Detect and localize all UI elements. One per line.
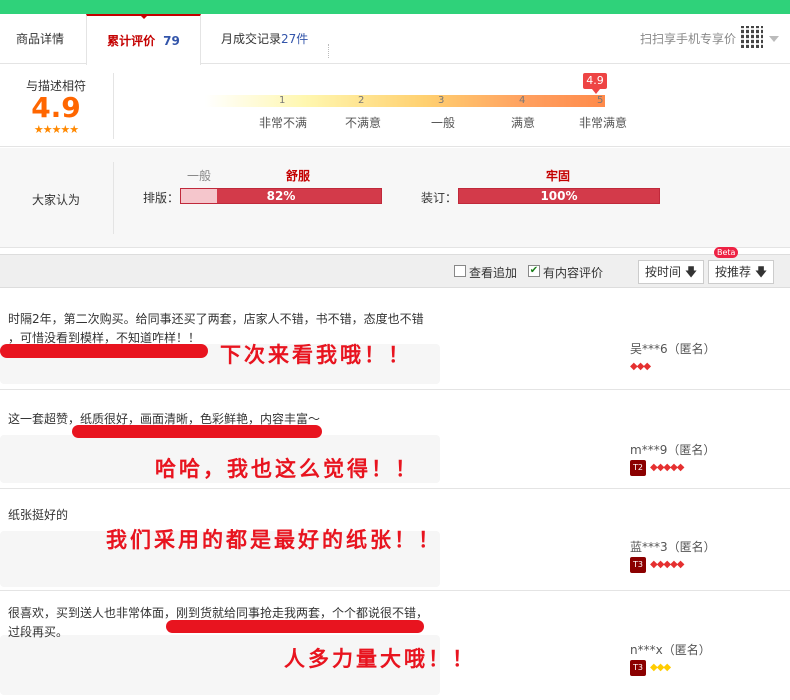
- button-label: 按时间: [645, 265, 682, 279]
- impression-bar-binding[interactable]: 100%: [458, 188, 660, 204]
- review-text: 纸张挺好的: [8, 508, 69, 522]
- seller-overlay-note: 人多力量大哦！！: [284, 647, 476, 671]
- has-content-label[interactable]: 有内容评价: [543, 264, 603, 281]
- impression-attribute: 排版：: [143, 191, 180, 205]
- impression-bar-minor: [181, 189, 217, 203]
- seller-overlay-note: 我们采用的都是最好的纸张！！: [106, 528, 442, 552]
- scale-label: 非常不满: [259, 116, 308, 130]
- impression-label: 大家认为: [32, 193, 81, 207]
- rating-flag-pointer: [592, 89, 600, 94]
- review-filter-bar: 查看追加 ✔ 有内容评价 按时间 🡇 按推荐 🡇 Beta: [0, 247, 790, 288]
- review-item: 这一套超赞，纸质很好，画面清晰，色彩鲜艳，内容丰富～ 哈哈，我也这么觉得！！ m…: [0, 390, 790, 489]
- sort-by-recommend-button[interactable]: 按推荐 🡇: [708, 260, 775, 284]
- scale-label: 不满意: [345, 116, 382, 130]
- reviewer-name[interactable]: m***9（匿名）: [630, 441, 715, 458]
- review-count: 79: [163, 34, 180, 48]
- buyer-tier-badge: T3: [630, 557, 646, 573]
- impression-minor-label: 一般: [187, 169, 212, 183]
- tab-label: 累计评价: [107, 34, 156, 48]
- buyer-level-icon: ◆◆◆: [630, 361, 651, 372]
- review-item: 时隔2年，第二次购买。给同事还买了两套，店家人不错，书不错，态度也不错 ，可惜没…: [0, 289, 790, 390]
- scale-number: 5: [597, 95, 604, 106]
- impression-value: 100%: [540, 189, 578, 203]
- top-green-bar: [0, 0, 790, 14]
- buyer-level-icon: ◆◆◆: [650, 662, 671, 673]
- rating-score: 4.9: [31, 91, 81, 124]
- review-text: 时隔2年，第二次购买。给同事还买了两套，店家人不错，书不错，态度也不错: [8, 312, 424, 326]
- red-underline-mark: [166, 620, 424, 633]
- review-text: 过段再买。: [8, 625, 69, 639]
- buyer-tier-badge: T3: [630, 660, 646, 676]
- active-tab-indicator: [139, 14, 149, 19]
- view-append-checkbox[interactable]: [454, 265, 466, 277]
- tab-label: 月成交记录: [221, 32, 282, 46]
- impression-summary: 大家认为 一般 舒服 排版： 82% 牢固 装订： 100%: [0, 148, 790, 248]
- divider: [113, 162, 114, 234]
- tab-reviews[interactable]: 累计评价 79: [86, 14, 201, 65]
- rating-flag: 4.9: [583, 73, 607, 89]
- reviewer-name[interactable]: 吴***6（匿名）: [630, 340, 716, 357]
- button-label: 按推荐: [715, 265, 752, 279]
- tab-divider: [328, 44, 329, 58]
- scale-number: 3: [438, 95, 445, 106]
- buyer-level-icon: ◆◆◆◆◆: [650, 559, 684, 570]
- red-underline-mark: [0, 344, 208, 358]
- buyer-level-icon: ◆◆◆◆◆: [650, 462, 684, 473]
- tab-monthly-sales[interactable]: 月成交记录27件: [221, 14, 308, 64]
- red-underline-mark: [72, 425, 322, 438]
- tab-product-details[interactable]: 商品详情: [16, 14, 64, 64]
- impression-major-label: 舒服: [286, 169, 311, 183]
- sales-count: 27件: [281, 32, 309, 46]
- star-rating-icon: ★★★★★: [33, 123, 79, 136]
- scale-number: 2: [358, 95, 365, 106]
- reviewer-name[interactable]: 蓝***3（匿名）: [630, 538, 716, 555]
- review-item: 纸张挺好的 我们采用的都是最好的纸张！！ 蓝***3（匿名） T3 ◆◆◆◆◆: [0, 489, 790, 591]
- impression-major-label: 牢固: [546, 169, 571, 183]
- beta-badge: Beta: [714, 247, 739, 258]
- seller-overlay-note: 哈哈，我也这么觉得！！: [155, 457, 419, 481]
- scale-number: 4: [519, 95, 526, 106]
- arrow-down-icon: 🡇: [684, 265, 698, 279]
- arrow-down-icon: 🡇: [754, 265, 768, 279]
- has-content-checkbox[interactable]: ✔: [528, 265, 540, 277]
- impression-bar-layout[interactable]: 82%: [180, 188, 382, 204]
- divider: [113, 73, 114, 139]
- reviewer-name[interactable]: n***x（匿名）: [630, 641, 711, 658]
- review-item: 很喜欢，买到送人也非常体面，刚到货就给同事抢走我两套，个个都说很不错， 过段再买…: [0, 591, 790, 700]
- scale-label: 一般: [431, 116, 456, 130]
- seller-overlay-note: 下次来看我哦！！: [220, 343, 412, 367]
- rating-gradient-bar: [205, 95, 605, 107]
- rating-summary: 与描述相符 4.9 ★★★★★ 4.9 1 2 3 4 5 非常不满 不满意 一…: [0, 65, 790, 147]
- chevron-down-icon[interactable]: [769, 36, 779, 42]
- scale-label: 非常满意: [579, 116, 628, 130]
- view-append-label[interactable]: 查看追加: [469, 264, 517, 281]
- qr-code-icon[interactable]: [741, 26, 763, 48]
- scan-mobile-price[interactable]: 扫扫享手机专享价: [640, 14, 736, 64]
- buyer-tier-badge: T2: [630, 460, 646, 476]
- tab-label: 商品详情: [16, 32, 65, 46]
- sort-by-time-button[interactable]: 按时间 🡇: [638, 260, 705, 284]
- impression-value: 82%: [266, 189, 296, 203]
- impression-attribute: 装订：: [421, 191, 458, 205]
- scale-number: 1: [279, 95, 286, 106]
- scale-label: 满意: [511, 116, 536, 130]
